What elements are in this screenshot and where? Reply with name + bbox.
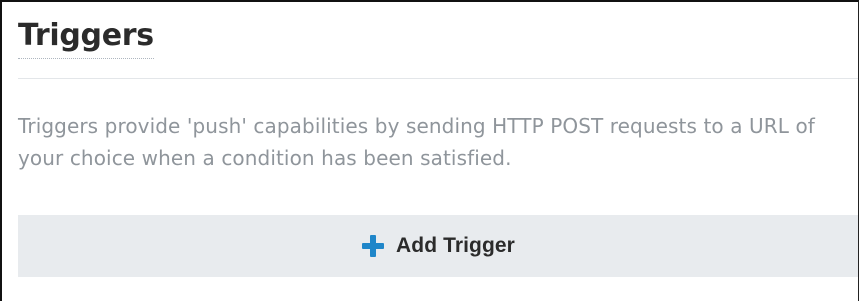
section-title: Triggers: [18, 16, 154, 59]
add-trigger-button[interactable]: Add Trigger: [18, 215, 858, 277]
title-divider: [18, 78, 858, 79]
triggers-panel: Triggers Triggers provide 'push' capabil…: [0, 0, 859, 301]
section-description: Triggers provide 'push' capabilities by …: [18, 114, 815, 170]
add-trigger-label: Add Trigger: [396, 234, 515, 257]
plus-icon: [361, 234, 385, 258]
